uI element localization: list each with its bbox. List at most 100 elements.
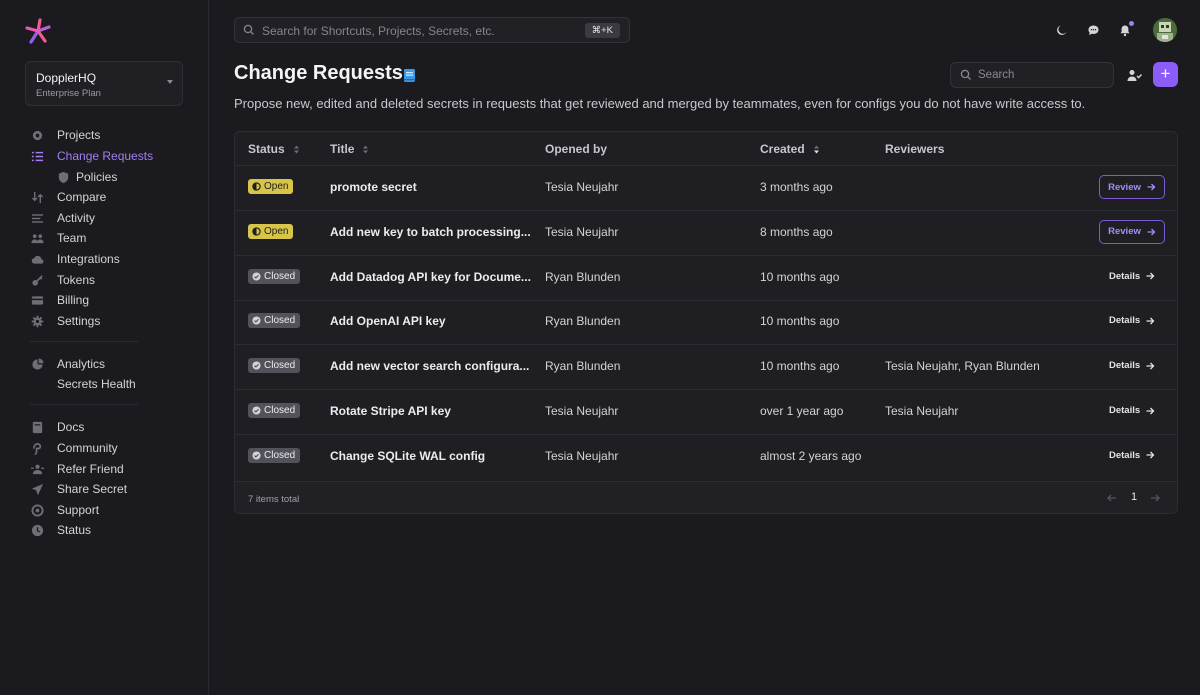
- column-status[interactable]: Status: [248, 142, 300, 156]
- sidebar-item-secrets-health[interactable]: Secrets Health: [30, 375, 136, 393]
- row-title[interactable]: Change SQLite WAL config: [330, 449, 485, 463]
- table-row[interactable]: Closed Add new vector search configura...…: [235, 344, 1177, 391]
- action-label: Details: [1109, 315, 1141, 327]
- avatar[interactable]: [1153, 18, 1177, 42]
- row-title[interactable]: Add new vector search configura...: [330, 359, 529, 373]
- table-row[interactable]: Closed Change SQLite WAL config Tesia Neuj…: [235, 434, 1177, 479]
- row-created: 10 months ago: [760, 359, 840, 374]
- gear-icon: [30, 314, 44, 328]
- table-row[interactable]: Open Add new key to batch processing... Te…: [235, 210, 1177, 256]
- doppler-logo[interactable]: [24, 17, 52, 45]
- community-icon: [30, 441, 44, 455]
- row-title[interactable]: Add new key to batch processing...: [330, 225, 531, 239]
- arrow-right-icon: [1146, 272, 1155, 280]
- sidebar-item-projects[interactable]: Projects: [30, 126, 100, 144]
- requests-search-placeholder: Search: [978, 69, 1015, 81]
- chat-icon[interactable]: [1085, 22, 1101, 38]
- sidebar-item-label: Analytics: [57, 357, 106, 371]
- row-opened-by: Tesia Neujahr: [545, 224, 619, 239]
- sidebar-item-status[interactable]: Status: [30, 521, 91, 539]
- table-row[interactable]: Closed Add Datadog API key for Docume... R…: [235, 255, 1177, 301]
- new-change-request-button[interactable]: +: [1153, 62, 1178, 87]
- action-label: Review: [1108, 181, 1141, 193]
- global-search[interactable]: Search for Shortcuts, Projects, Secrets,…: [234, 17, 630, 43]
- sidebar-item-settings[interactable]: Settings: [30, 312, 100, 330]
- arrow-right-icon[interactable]: [1149, 492, 1161, 504]
- status-badge: Closed: [248, 403, 301, 418]
- column-title[interactable]: Title: [330, 142, 369, 156]
- user-check-icon: [1127, 69, 1142, 81]
- search-icon: [960, 69, 971, 80]
- details-button[interactable]: Details: [1109, 271, 1155, 282]
- sidebar-item-refer-friend[interactable]: Refer Friend: [30, 460, 124, 478]
- sort-desc-icon: [813, 145, 819, 153]
- details-button[interactable]: Details: [1109, 360, 1155, 371]
- sidebar-item-label: Change Requests: [57, 149, 154, 163]
- row-title[interactable]: promote secret: [330, 180, 417, 194]
- details-button[interactable]: Details: [1109, 450, 1155, 461]
- global-search-placeholder: Search for Shortcuts, Projects, Secrets,…: [262, 24, 495, 38]
- table-row[interactable]: Open promote secret Tesia Neujahr 3 months …: [235, 165, 1177, 211]
- sidebar-item-compare[interactable]: Compare: [30, 188, 106, 206]
- row-reviewers: Tesia Neujahr, Ryan Blunden: [885, 359, 1040, 374]
- details-button[interactable]: Details: [1109, 315, 1155, 326]
- action-label: Details: [1109, 360, 1141, 372]
- column-reviewers: Reviewers: [885, 142, 944, 156]
- row-title[interactable]: Rotate Stripe API key: [330, 404, 451, 418]
- book-icon[interactable]: [403, 68, 416, 83]
- sidebar-item-analytics[interactable]: Analytics: [30, 355, 105, 373]
- row-reviewers: Tesia Neujahr: [885, 404, 959, 418]
- sidebar-item-label: Community: [57, 441, 118, 455]
- sidebar-item-docs[interactable]: Docs: [30, 418, 84, 436]
- half-circle-icon: [252, 182, 261, 191]
- sidebar-item-policies[interactable]: Policies: [56, 168, 117, 186]
- sidebar-item-share-secret[interactable]: Share Secret: [30, 480, 127, 498]
- sidebar-item-label: Support: [57, 503, 100, 517]
- arrow-right-icon: [1147, 228, 1156, 236]
- sidebar-item-community[interactable]: Community: [30, 439, 118, 457]
- sidebar-item-support[interactable]: Support: [30, 501, 99, 519]
- sidebar-item-integrations[interactable]: Integrations: [30, 250, 120, 268]
- check-circle-icon: [252, 451, 261, 460]
- column-created[interactable]: Created: [760, 142, 820, 156]
- items-total: 7 items total: [248, 494, 300, 505]
- chevron-down-icon: [167, 80, 173, 84]
- action-label: Details: [1109, 270, 1141, 282]
- row-opened-by: Ryan Blunden: [545, 269, 621, 284]
- page-description: Propose new, edited and deleted secrets …: [234, 96, 1086, 111]
- billing-icon: [30, 293, 44, 307]
- status-badge-label: Open: [264, 181, 289, 192]
- sidebar-item-tokens[interactable]: Tokens: [30, 271, 95, 289]
- sidebar-item-label: Share Secret: [57, 482, 128, 496]
- row-opened-by: Tesia Neujahr: [545, 448, 619, 463]
- sort-icon: [293, 145, 299, 153]
- details-button[interactable]: Details: [1109, 405, 1155, 416]
- sidebar-item-billing[interactable]: Billing: [30, 291, 89, 309]
- assigned-to-me-button[interactable]: [1124, 64, 1144, 86]
- arrow-left-icon[interactable]: [1106, 492, 1118, 504]
- workspace-switcher[interactable]: DopplerHQ Enterprise Plan: [25, 61, 183, 106]
- table-row[interactable]: Closed Add OpenAI API key Ryan Blunden 10 m…: [235, 299, 1177, 346]
- moon-icon[interactable]: [1054, 22, 1070, 38]
- requests-search-input[interactable]: Search: [950, 62, 1114, 88]
- sidebar-item-team[interactable]: Team: [30, 229, 86, 247]
- blank-icon: [30, 377, 44, 391]
- action-label: Review: [1108, 226, 1141, 238]
- sidebar-item-label: Activity: [57, 211, 96, 225]
- sidebar-item-label: Secrets Health: [57, 377, 136, 391]
- sidebar-divider: [30, 341, 138, 342]
- sidebar-item-activity[interactable]: Activity: [30, 209, 95, 227]
- sidebar-item-label: Docs: [57, 420, 85, 434]
- review-button[interactable]: Review: [1099, 175, 1165, 199]
- current-page[interactable]: 1: [1131, 491, 1137, 503]
- search-icon: [243, 24, 254, 35]
- row-opened-by: Ryan Blunden: [545, 314, 621, 329]
- bell-icon[interactable]: [1117, 21, 1134, 38]
- table-row[interactable]: Closed Rotate Stripe API key Tesia Neujahr…: [235, 389, 1177, 435]
- row-title[interactable]: Add Datadog API key for Docume...: [330, 270, 531, 284]
- row-title[interactable]: Add OpenAI API key: [330, 314, 446, 328]
- row-created: over 1 year ago: [760, 404, 844, 418]
- sidebar-item-change-requests[interactable]: Change Requests: [30, 147, 153, 165]
- review-button[interactable]: Review: [1099, 219, 1165, 244]
- sidebar-item-label: Tokens: [57, 273, 96, 287]
